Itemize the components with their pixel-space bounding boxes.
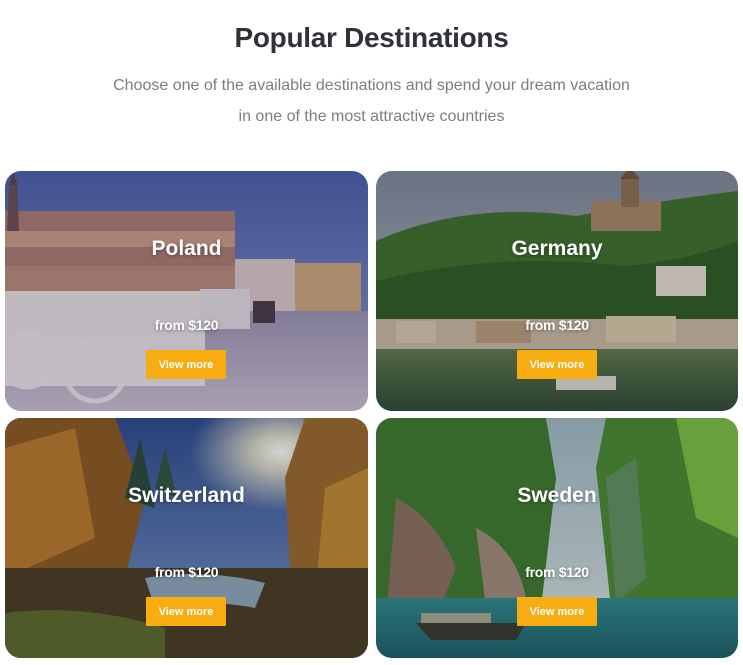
destination-price: from $120 [154, 317, 219, 333]
page-title: Popular Destinations [234, 22, 509, 53]
destination-name: Switzerland [128, 484, 245, 507]
page-subtitle: Choose one of the available destinations… [80, 70, 663, 132]
destination-card-sweden[interactable]: Sweden from $120 View more [376, 418, 738, 658]
destination-price: from $120 [525, 564, 589, 580]
view-more-button[interactable]: View more [517, 597, 597, 626]
destinations-grid: Poland from $120 View more Germany from … [5, 171, 738, 658]
destination-card-germany[interactable]: Germany from $120 View more [376, 171, 738, 411]
view-more-button[interactable]: View more [146, 597, 226, 626]
destination-card-poland[interactable]: Poland from $120 View more [5, 171, 368, 411]
destination-name: Germany [511, 237, 603, 260]
destination-card-switzerland[interactable]: Switzerland from $120 View more [5, 418, 368, 658]
destination-name: Sweden [517, 484, 597, 507]
subtitle-line: in one of the most attractive countries [238, 108, 505, 125]
destination-price: from $120 [525, 317, 589, 333]
subtitle-line: Choose one of the available destinations… [113, 77, 630, 94]
destination-price: from $120 [154, 564, 219, 580]
view-more-button[interactable]: View more [517, 350, 597, 379]
destination-name: Poland [151, 237, 222, 260]
view-more-button[interactable]: View more [146, 350, 226, 379]
